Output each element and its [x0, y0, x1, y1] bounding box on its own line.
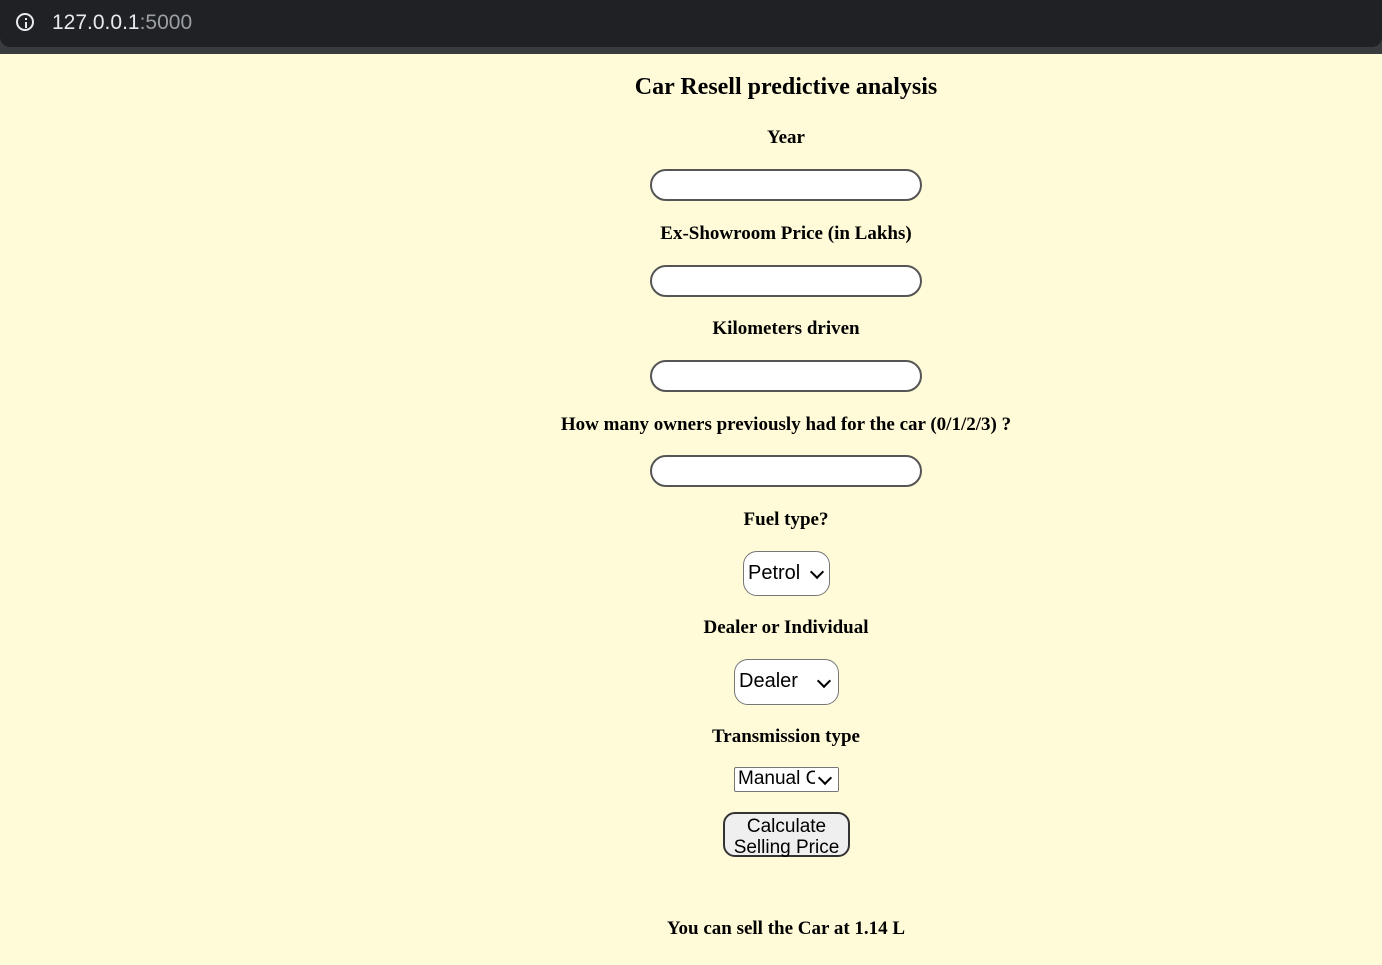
year-label: Year — [767, 127, 805, 148]
browser-chrome: 127.0.0.1:5000 — [0, 0, 1382, 54]
url-port: :5000 — [139, 11, 193, 34]
year-input[interactable] — [650, 169, 922, 201]
calculate-label-line2: Selling Price — [733, 837, 840, 858]
fuel-label: Fuel type? — [743, 509, 829, 530]
seller-select[interactable]: Dealer — [734, 659, 839, 705]
calculate-label-line1: Calculate — [746, 816, 827, 837]
chevron-down-icon — [816, 673, 832, 689]
page-content: Car Resell predictive analysis Year Ex-S… — [0, 54, 1382, 965]
chevron-down-icon — [809, 564, 825, 580]
url-host: 127.0.0.1 — [52, 11, 140, 34]
seller-selected-value: Dealer — [739, 670, 798, 692]
calculate-button[interactable]: Calculate Selling Price — [723, 812, 850, 858]
transmission-selected-value: Manual Car — [738, 768, 818, 789]
address-bar[interactable]: 127.0.0.1:5000 — [0, 0, 1382, 47]
owners-input[interactable] — [650, 455, 922, 487]
transmission-label: Transmission type — [712, 726, 860, 747]
price-label: Ex-Showroom Price (in Lakhs) — [660, 223, 912, 244]
price-input[interactable] — [650, 265, 922, 297]
url-text[interactable]: 127.0.0.1:5000 — [52, 11, 192, 35]
seller-label: Dealer or Individual — [703, 617, 869, 638]
info-icon[interactable] — [16, 13, 34, 31]
result-text: You can sell the Car at 1.14 L — [666, 918, 906, 939]
fuel-select[interactable]: Petrol — [743, 551, 830, 596]
owners-label: How many owners previously had for the c… — [560, 414, 1012, 435]
transmission-select[interactable]: Manual Car — [734, 767, 839, 792]
km-input[interactable] — [650, 360, 922, 392]
fuel-selected-value: Petrol — [748, 562, 801, 584]
page-title: Car Resell predictive analysis — [634, 74, 938, 100]
km-label: Kilometers driven — [712, 318, 860, 339]
